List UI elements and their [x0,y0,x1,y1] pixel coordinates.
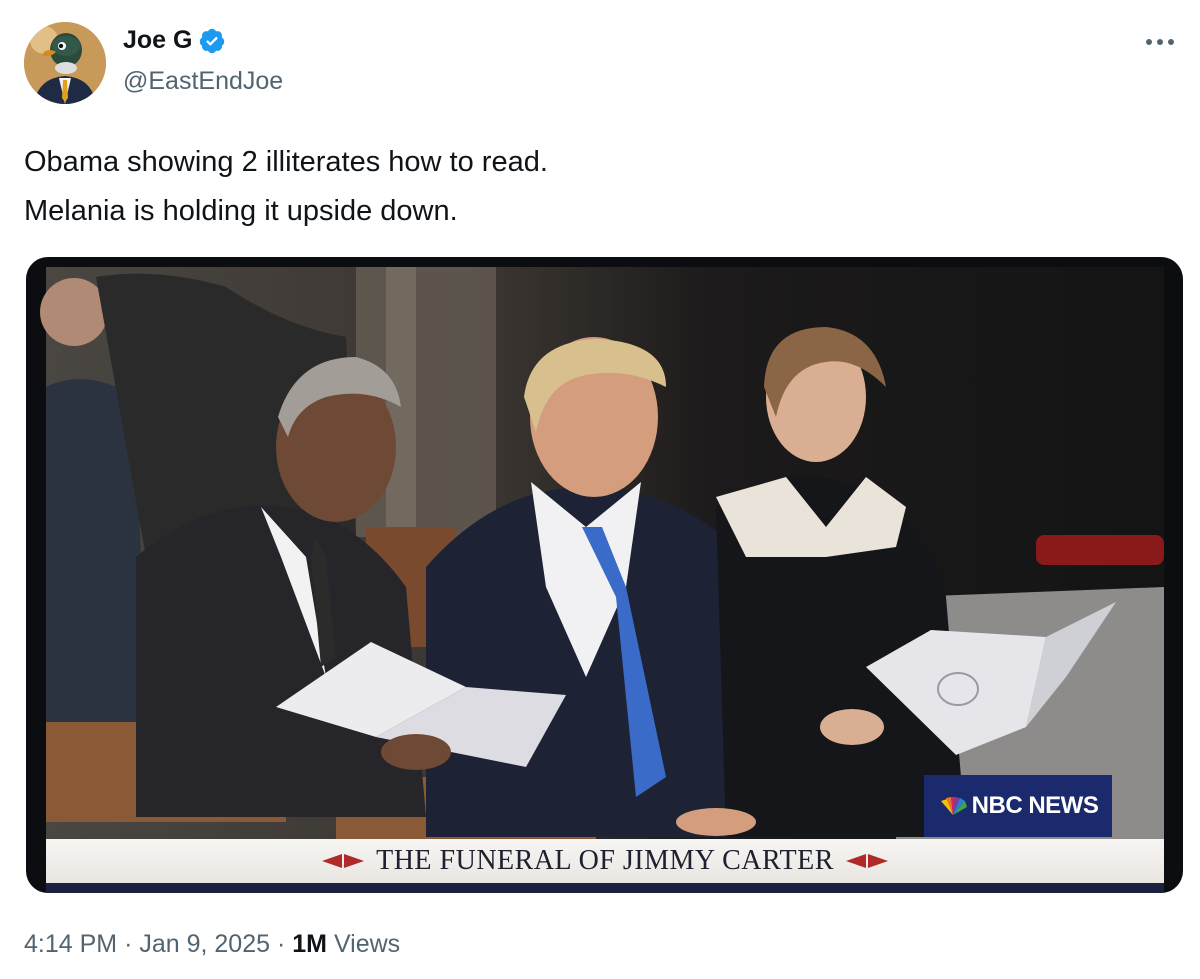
avatar[interactable] [24,22,106,104]
tweet-time[interactable]: 4:14 PM [24,930,117,958]
verified-badge-icon[interactable] [198,27,226,55]
peacock-logo-icon [940,797,967,815]
views-count[interactable]: 1M [292,930,327,958]
ornament-icon [322,854,343,868]
ornament-icon [867,854,888,868]
broadcast-lower-third: THE FUNERAL OF JIMMY CARTER [46,839,1164,883]
more-options-button[interactable] [1138,24,1182,60]
tweet-text: Obama showing 2 illiterates how to read.… [24,138,548,236]
author-display-name[interactable]: Joe G [123,26,192,55]
tweet-text-line: Melania is holding it upside down. [24,195,458,227]
nbc-news-label: NBC NEWS [971,792,1099,819]
tweet-text-line: Obama showing 2 illiterates how to read. [24,146,548,178]
views-label[interactable]: Views [334,930,400,958]
ornament-icon [845,854,866,868]
nbc-news-bug: NBC NEWS [924,775,1112,837]
author-handle[interactable]: @EastEndJoe [123,67,283,96]
more-dots-icon [1146,39,1174,45]
lower-third-bar [46,883,1164,893]
meta-separator: · [124,930,133,958]
tweet-meta: 4:14 PM · Jan 9, 2025 · 1M Views [24,930,400,959]
tweet-media-image[interactable]: NBC NEWS THE FUNERAL OF JIMMY CARTER [26,257,1183,893]
tweet-date[interactable]: Jan 9, 2025 [139,930,270,958]
author-name-row: Joe G [123,26,226,55]
meta-separator: · [276,930,286,958]
ornament-icon [344,854,365,868]
duck-avatar-icon [24,22,106,104]
broadcast-caption: THE FUNERAL OF JIMMY CARTER [376,845,834,876]
